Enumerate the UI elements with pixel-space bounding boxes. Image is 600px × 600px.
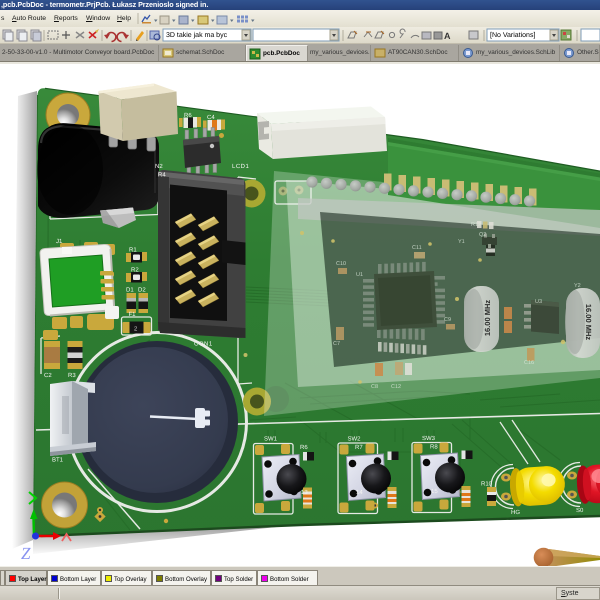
svg-text:C16: C16 — [524, 360, 534, 366]
svg-text:16.00 MHz: 16.00 MHz — [584, 304, 593, 341]
svg-text:U1: U1 — [356, 272, 363, 278]
svg-text:SW1: SW1 — [264, 436, 278, 443]
svg-text:R8: R8 — [430, 444, 438, 451]
svg-text:Q2: Q2 — [479, 232, 486, 238]
svg-text:Z: Z — [21, 544, 31, 563]
svg-text:C4: C4 — [207, 114, 215, 121]
svg-text:R12: R12 — [471, 222, 481, 228]
svg-text:CON1: CON1 — [194, 341, 213, 348]
svg-text:R4: R4 — [158, 172, 166, 179]
svg-text:C8: C8 — [371, 384, 378, 390]
svg-text:LCD1: LCD1 — [232, 163, 250, 170]
svg-text:Y2: Y2 — [574, 283, 581, 289]
svg-text:D1: D1 — [126, 287, 134, 294]
svg-text:R6: R6 — [184, 112, 192, 119]
svg-text:14: 14 — [356, 489, 363, 496]
svg-text:16.00 MHz: 16.00 MHz — [483, 300, 492, 337]
svg-text:C2: C2 — [44, 372, 52, 379]
svg-text:[No Variations]: [No Variations] — [490, 31, 535, 39]
svg-text:13: 13 — [301, 489, 308, 496]
svg-text:J1: J1 — [56, 238, 63, 245]
svg-text:U3: U3 — [535, 299, 542, 305]
svg-text:15: 15 — [431, 488, 438, 495]
svg-text:3D takie jak ma byc: 3D takie jak ma byc — [166, 31, 228, 39]
svg-text:R10: R10 — [481, 481, 493, 488]
svg-text:D2: D2 — [138, 287, 146, 294]
svg-text:A: A — [444, 31, 451, 41]
svg-text:R3: R3 — [68, 372, 76, 379]
svg-text:R1: R1 — [129, 247, 137, 254]
svg-text:HG: HG — [511, 509, 520, 516]
svg-text:SW3: SW3 — [422, 435, 436, 442]
svg-text:C10: C10 — [336, 261, 346, 267]
svg-text:F1: F1 — [129, 311, 137, 318]
svg-text:BT1: BT1 — [52, 457, 64, 464]
svg-text:C9: C9 — [444, 317, 451, 323]
svg-text:R2: R2 — [131, 267, 139, 274]
svg-text:Y1: Y1 — [458, 239, 465, 245]
svg-text:R6: R6 — [300, 444, 308, 451]
svg-text:C7: C7 — [333, 341, 340, 347]
svg-text:SW2: SW2 — [348, 436, 362, 443]
svg-text:C11: C11 — [412, 245, 422, 251]
svg-text:N2: N2 — [155, 163, 163, 170]
svg-text:R7: R7 — [355, 444, 363, 451]
svg-text:C12: C12 — [391, 384, 401, 390]
svg-text:S0: S0 — [576, 507, 584, 514]
